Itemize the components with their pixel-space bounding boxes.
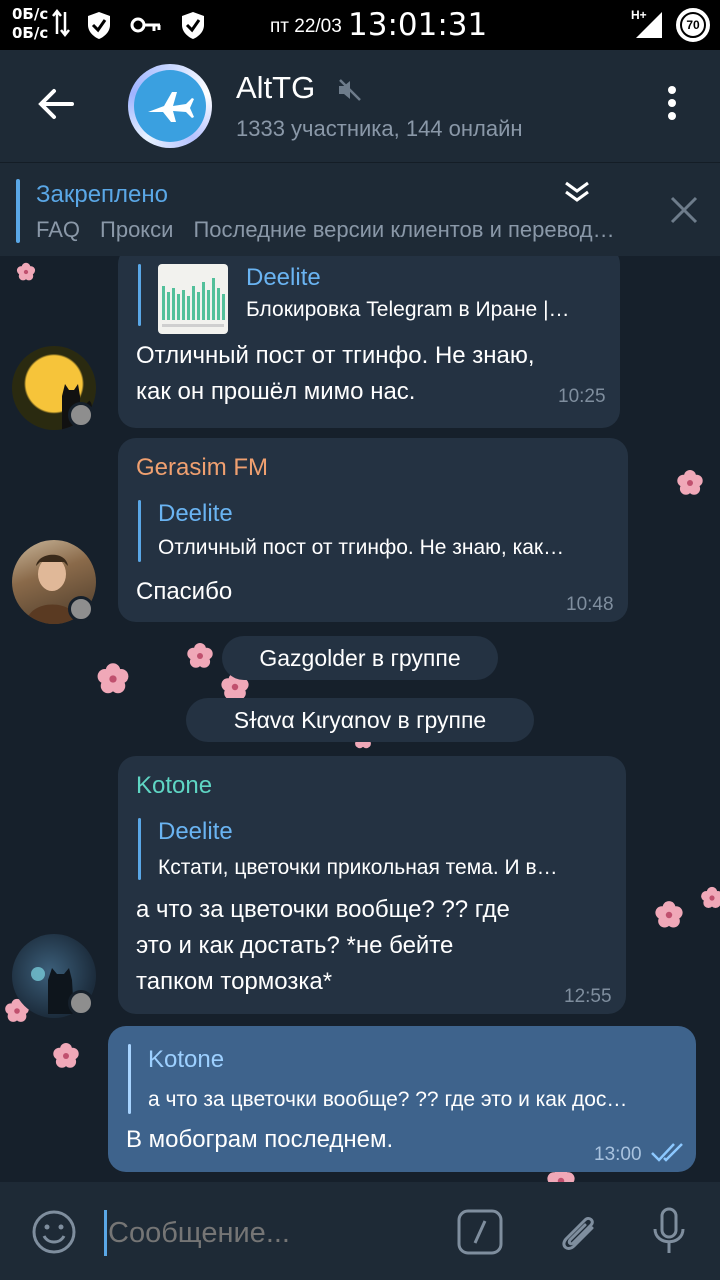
reply-preview-text: Блокировка Telegram в Иране |…: [246, 298, 570, 321]
message-text: В мобограм последнем.: [126, 1122, 393, 1158]
network-speed: 0Б/с 0Б/с: [12, 5, 48, 43]
flower-decoration: [701, 886, 720, 909]
double-check-icon: [651, 1143, 683, 1162]
shield-icon: [88, 12, 110, 39]
chat-messages-area[interactable]: Deelite Блокировка Telegram в Иране |… О…: [0, 256, 720, 1182]
reply-accent-bar: [138, 818, 141, 880]
chart-thumbnail-icon: [162, 278, 225, 327]
message-bubble[interactable]: Gerasim FM Deelite Отличный пост от тгин…: [118, 438, 628, 622]
pinned-item: Последние версии клиентов и перевод…: [193, 217, 615, 242]
reply-preview-text: Отличный пост от тгинфо. Не знаю, как…: [158, 536, 565, 559]
flower-decoration: [16, 262, 36, 281]
reply-preview-text: Кстати, цветочки прикольная тема. И в…: [158, 856, 558, 879]
status-dot: [68, 990, 94, 1016]
status-time: 13:01:31: [348, 7, 488, 43]
flower-decoration: [677, 470, 703, 495]
message-time: 12:55: [564, 986, 612, 1007]
flower-decoration: [53, 1043, 79, 1068]
message-line: как он прошёл мимо нас.: [136, 378, 416, 405]
chat-title[interactable]: AltTG: [236, 70, 315, 106]
text-cursor: [104, 1210, 107, 1256]
message-line: тапком тормозка*: [136, 968, 333, 995]
service-message: Gazgolder в группе: [222, 636, 498, 680]
reply-sender-name: Deelite: [246, 264, 321, 291]
key-icon: [130, 17, 161, 33]
speed-down: 0Б/с: [12, 24, 49, 42]
pinned-item: FAQ: [36, 217, 81, 242]
message-bubble[interactable]: Deelite Блокировка Telegram в Иране |… О…: [118, 256, 620, 428]
reply-sender-name: Deelite: [158, 818, 233, 845]
chat-subtitle: 1333 участника, 144 онлайн: [236, 116, 523, 141]
message-line: а что за цветочки вообще? ?? где: [136, 896, 510, 923]
status-bar: 0Б/с 0Б/с пт 22/03 13:01:31 H+ 70: [0, 0, 720, 50]
outgoing-message-bubble[interactable]: Kotone а что за цветочки вообще? ?? где …: [108, 1026, 696, 1172]
message-bubble[interactable]: Kotone Deelite Кстати, цветочки прикольн…: [118, 756, 626, 1014]
jet-icon: [148, 92, 194, 122]
message-line: Спасибо: [136, 578, 233, 605]
message-line: Отличный пост от тгинфо. Не знаю,: [136, 342, 535, 369]
reply-sender-name: Kotone: [148, 1046, 225, 1073]
pinned-label: Закреплено: [36, 181, 168, 208]
attach-icon[interactable]: [554, 1206, 600, 1256]
reply-accent-bar: [128, 1044, 131, 1114]
microphone-icon[interactable]: [650, 1206, 688, 1256]
status-dot: [68, 596, 94, 622]
message-text: а что за цветочки вообще? ?? где это и к…: [136, 892, 510, 1000]
message-line: В мобограм последнем.: [126, 1126, 394, 1153]
message-input-bar: [0, 1182, 720, 1280]
message-input[interactable]: [108, 1217, 428, 1250]
reply-accent-bar: [138, 264, 141, 326]
reply-preview-text: а что за цветочки вообще? ?? где это и к…: [148, 1088, 628, 1111]
group-avatar[interactable]: [128, 64, 212, 148]
message-line: это и как достать? *не бейте: [136, 932, 454, 959]
more-menu-icon[interactable]: [660, 86, 684, 126]
muted-speaker-icon: [339, 79, 361, 101]
speed-up: 0Б/с: [12, 5, 49, 23]
emoji-icon[interactable]: [30, 1208, 78, 1256]
close-pinned-icon[interactable]: [668, 194, 700, 226]
back-arrow-icon[interactable]: [34, 82, 78, 126]
pinned-accent-bar: [16, 179, 20, 243]
reply-accent-bar: [138, 500, 141, 562]
status-date: пт 22/03: [270, 16, 342, 37]
sender-name[interactable]: Gerasim FM: [136, 454, 268, 482]
pinned-item: Прокси: [100, 217, 174, 242]
shield-icon: [182, 12, 204, 39]
battery-level: 70: [680, 12, 706, 38]
message-text: Отличный пост от тгинфо. Не знаю, как он…: [136, 338, 535, 410]
status-dot: [68, 402, 94, 428]
expand-pinned-icon[interactable]: [562, 179, 592, 203]
sender-name[interactable]: Kotone: [136, 772, 212, 800]
message-time: 13:00: [594, 1144, 642, 1165]
reply-sender-name: Deelite: [158, 500, 233, 527]
flower-decoration: [97, 663, 129, 694]
message-time: 10:48: [566, 594, 614, 615]
signal-icon: [636, 12, 662, 38]
message-text: Спасибо: [136, 574, 232, 610]
battery-indicator: 70: [676, 8, 710, 42]
data-transfer-icon: [52, 8, 70, 38]
reply-thumbnail: [158, 264, 228, 334]
pinned-text: FAQ Прокси Последние версии клиентов и пер…: [36, 217, 640, 243]
flower-decoration: [187, 643, 213, 668]
message-time: 10:25: [558, 386, 606, 407]
pinned-message-bar[interactable]: Закреплено FAQ Прокси Последние версии кли…: [0, 162, 720, 256]
flower-decoration: [655, 901, 683, 928]
bot-command-icon[interactable]: [456, 1208, 504, 1256]
service-message: Sɫαvα Kɩryαnov в группе: [186, 698, 534, 742]
chat-header: AltTG 1333 участника, 144 онлайн: [0, 50, 720, 162]
